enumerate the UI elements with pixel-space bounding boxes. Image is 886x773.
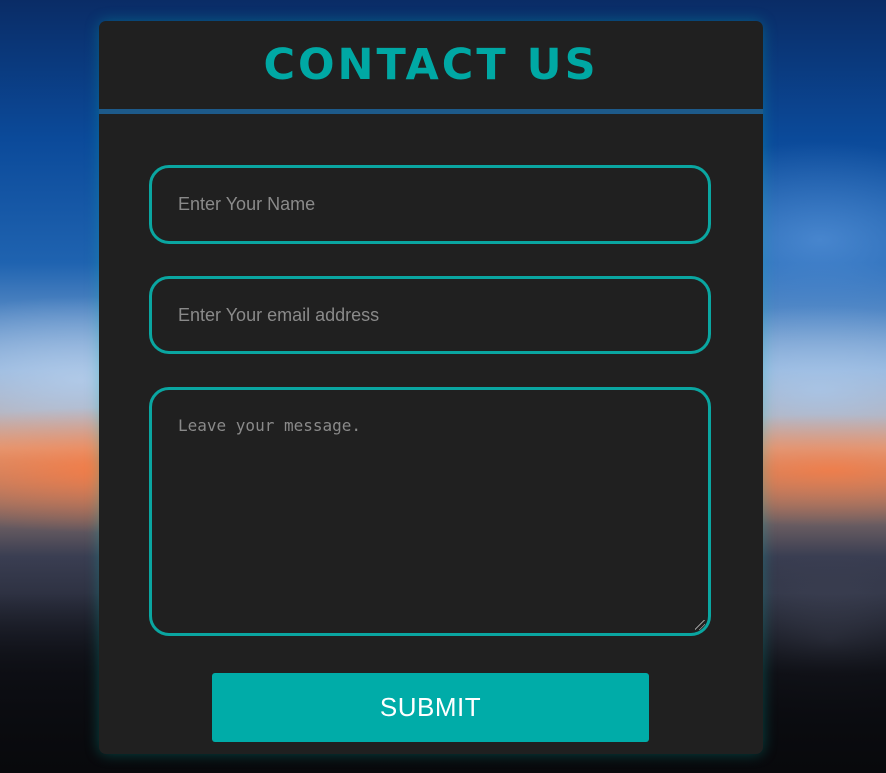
name-field bbox=[149, 165, 711, 244]
email-field bbox=[149, 276, 711, 354]
page-title: CONTACT US bbox=[263, 40, 599, 90]
card-header: CONTACT US bbox=[99, 21, 763, 114]
contact-form-card: CONTACT US SUBMIT bbox=[99, 21, 763, 754]
submit-button[interactable]: SUBMIT bbox=[212, 673, 649, 742]
email-input[interactable] bbox=[152, 279, 708, 351]
message-textarea[interactable] bbox=[152, 390, 708, 633]
resize-grip-icon[interactable] bbox=[695, 620, 705, 630]
message-field bbox=[149, 387, 711, 636]
name-input[interactable] bbox=[152, 168, 708, 241]
